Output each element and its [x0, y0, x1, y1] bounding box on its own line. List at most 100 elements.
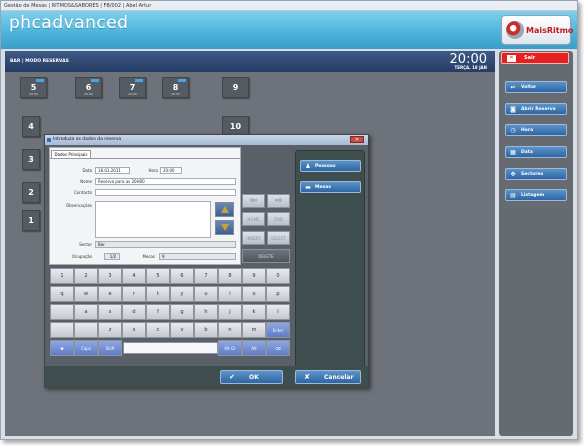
space-key[interactable]	[123, 342, 218, 354]
key[interactable]: d	[122, 304, 146, 320]
key[interactable]: 6	[170, 268, 194, 284]
table-tile[interactable]: 6 20:00	[75, 77, 102, 98]
time-button[interactable]: ◷ Hora	[505, 124, 567, 136]
notes-scroll-up-button[interactable]	[215, 202, 234, 217]
key[interactable]: z	[98, 322, 122, 338]
time-field[interactable]: 20:00	[160, 167, 182, 174]
people-button[interactable]: ♟ Pessoas	[300, 160, 361, 172]
key[interactable]	[50, 304, 74, 320]
settings-key[interactable]: ✱	[50, 340, 74, 356]
key[interactable]: 0	[266, 268, 290, 284]
close-icon[interactable]: ✕	[350, 136, 364, 143]
table-tile[interactable]: 8 20:00	[162, 77, 189, 98]
arrow-down-icon	[221, 224, 229, 231]
sectors-icon: ✥	[510, 171, 516, 178]
delete-button[interactable]: DELETE	[242, 249, 290, 263]
key[interactable]: g	[170, 304, 194, 320]
key[interactable]: j	[218, 304, 242, 320]
key[interactable]: h	[194, 304, 218, 320]
key[interactable]: x	[122, 322, 146, 338]
key[interactable]: w	[74, 286, 98, 302]
table-number: 1	[28, 216, 34, 225]
key[interactable]: 8	[218, 268, 242, 284]
key[interactable]: r	[122, 286, 146, 302]
cursor-left-button[interactable]: ⇦	[242, 194, 265, 208]
tables-button[interactable]: ▬ Mesas	[300, 181, 361, 193]
key[interactable]	[50, 322, 74, 338]
key[interactable]: 2	[74, 268, 98, 284]
key[interactable]: l	[266, 304, 290, 320]
caps-key[interactable]: Caps	[74, 340, 98, 356]
brand-swirl-icon	[506, 21, 524, 39]
table-time: 20:00	[171, 92, 180, 96]
cursor-right-button[interactable]: ⇨	[267, 194, 290, 208]
key[interactable]: f	[146, 304, 170, 320]
key[interactable]: q	[50, 286, 74, 302]
table-tile[interactable]: 7 20:00	[119, 77, 146, 98]
key[interactable]: o	[242, 286, 266, 302]
mode-bar: BAR | MODO RESERVAS 20:00 TERÇA, 18 JAN	[5, 51, 495, 72]
key[interactable]: k	[242, 304, 266, 320]
key[interactable]: 3	[98, 268, 122, 284]
table-tile[interactable]: 2	[22, 182, 40, 203]
mode-label: BAR | MODO RESERVAS	[10, 59, 69, 64]
ok-button[interactable]: ✔ OK	[220, 370, 283, 384]
table-time: 20:00	[84, 92, 93, 96]
key[interactable]: e	[98, 286, 122, 302]
key[interactable]: c	[146, 322, 170, 338]
end-button[interactable]: END	[267, 212, 290, 226]
tables-button-label: Mesas	[315, 185, 331, 190]
table-tile[interactable]: 5 20:00	[20, 77, 47, 98]
date-button[interactable]: ▦ Data	[505, 146, 567, 158]
key[interactable]: 1	[50, 268, 74, 284]
key[interactable]: b	[194, 322, 218, 338]
key[interactable]: a	[74, 304, 98, 320]
arrow-up-icon	[221, 206, 229, 213]
back-arrow-icon: ↩	[510, 84, 516, 91]
key[interactable]: 9	[242, 268, 266, 284]
table-tile[interactable]: 1	[22, 210, 40, 231]
people-icon: ♟	[305, 163, 311, 170]
table-tile[interactable]: 4	[22, 116, 40, 137]
enter-key[interactable]: Enter	[266, 322, 290, 338]
table-tile[interactable]: 9	[222, 77, 249, 98]
key[interactable]: n	[218, 322, 242, 338]
table-time: 20:00	[128, 92, 137, 96]
sectors-button[interactable]: ✥ Sectores	[505, 168, 567, 180]
exit-button[interactable]: ✕ Sair	[501, 52, 569, 64]
open-reservation-button[interactable]: ◙ Abrir Reserva	[505, 103, 567, 115]
cancel-label: Cancelar	[324, 374, 354, 381]
insert-button[interactable]: INSERT	[242, 231, 265, 245]
name-field[interactable]: Reserva para as 20H00	[95, 178, 236, 185]
backspace-key[interactable]: ⌫	[266, 340, 290, 356]
key[interactable]: m	[242, 322, 266, 338]
select-button[interactable]: SELECT	[267, 231, 290, 245]
back-button[interactable]: ↩ Voltar	[505, 81, 567, 93]
table-number: 9	[232, 83, 239, 92]
table-tile[interactable]: 3	[22, 149, 40, 170]
cancel-icon: ✘	[304, 373, 310, 381]
key[interactable]: u	[194, 286, 218, 302]
key[interactable]: y	[170, 286, 194, 302]
table-number: 8	[172, 83, 179, 92]
key[interactable]: v	[170, 322, 194, 338]
home-button[interactable]: HOME	[242, 212, 265, 226]
sidebar-item-label: Data	[521, 150, 533, 155]
notes-field[interactable]	[95, 201, 211, 238]
shift-key[interactable]: Shift	[98, 340, 122, 356]
alt-gr-key[interactable]: Alt Gr	[218, 340, 242, 356]
key[interactable]: i	[218, 286, 242, 302]
cancel-button[interactable]: ✘ Cancelar	[295, 370, 361, 384]
key[interactable]: t	[146, 286, 170, 302]
key[interactable]	[74, 322, 98, 338]
key[interactable]: s	[98, 304, 122, 320]
key[interactable]: 5	[146, 268, 170, 284]
listing-button[interactable]: ▤ Listagem	[505, 189, 567, 201]
notes-scroll-down-button[interactable]	[215, 220, 234, 235]
contact-field[interactable]	[95, 189, 236, 196]
key[interactable]: 7	[194, 268, 218, 284]
alt-key[interactable]: Alt	[242, 340, 266, 356]
key[interactable]: p	[266, 286, 290, 302]
key[interactable]: 4	[122, 268, 146, 284]
tab-main-data[interactable]: Dados Principais	[51, 150, 91, 158]
